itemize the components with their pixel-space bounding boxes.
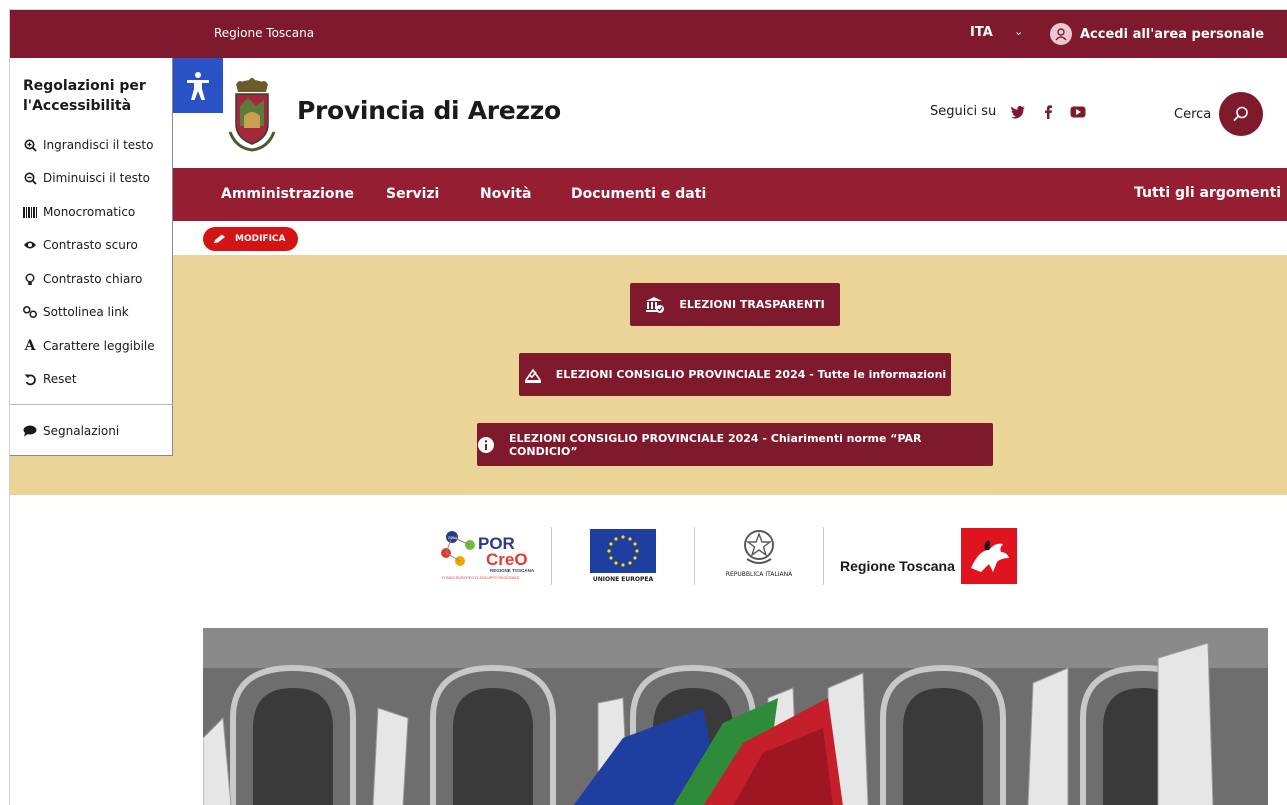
lightbulb-icon xyxy=(23,273,37,286)
link-icon xyxy=(23,306,37,318)
language-selector[interactable]: ITA xyxy=(970,25,993,40)
reset-icon xyxy=(23,373,37,386)
nav-item-amministrazione[interactable]: Amministrazione xyxy=(221,186,354,202)
accessibility-item-label: Monocromatico xyxy=(43,205,136,219)
cta-label: ELEZIONI CONSIGLIO PROVINCIALE 2024 - Ch… xyxy=(508,431,922,458)
search-button[interactable] xyxy=(1219,92,1264,136)
accessibility-light-contrast-button[interactable]: Contrasto chiaro xyxy=(23,272,142,286)
elezioni-consiglio-par-condicio-button[interactable]: ELEZIONI CONSIGLIO PROVINCIALE 2024 - Ch… xyxy=(477,423,993,466)
logo-separator xyxy=(694,527,695,585)
por-sub-text: REGIONE TOSCANA xyxy=(490,568,535,573)
user-icon xyxy=(1050,23,1072,45)
por-sub2-text: FONDO EUROPEO DI SVILUPPO REGIONALE xyxy=(442,576,520,580)
regione-toscana-logo[interactable]: Regione Toscana xyxy=(840,528,1032,584)
page: Regione Toscana ITA ⌄ Accedi all'area pe… xyxy=(9,9,1287,805)
twitter-icon[interactable] xyxy=(1010,105,1026,119)
italian-republic-logo[interactable]: REPUBBLICA ITALIANA xyxy=(716,525,802,578)
nav-all-topics-link[interactable]: Tutti gli argomenti xyxy=(1134,185,1281,201)
accessibility-item-label: Carattere leggibile xyxy=(43,339,155,353)
edit-strip: MODIFICA xyxy=(10,221,1287,255)
accessibility-underline-links-button[interactable]: Sottolinea link xyxy=(23,305,129,319)
accessibility-zoom-out-button[interactable]: Diminuisci il testo xyxy=(23,171,150,185)
institution-icon xyxy=(646,296,665,313)
por-year-text: 2014 2020 xyxy=(448,535,468,540)
nav-item-servizi[interactable]: Servizi xyxy=(386,186,439,202)
eu-label: UNIONE EUROPEA xyxy=(592,576,654,583)
accessibility-item-label: Ingrandisci il testo xyxy=(43,138,154,152)
nav-item-novita[interactable]: Novità xyxy=(480,186,531,202)
eye-icon xyxy=(23,240,37,250)
accessibility-item-label: Contrasto chiaro xyxy=(43,272,143,286)
accessibility-reset-button[interactable]: Reset xyxy=(23,372,77,386)
accessibility-item-label: Contrasto scuro xyxy=(43,238,138,252)
accessibility-report-button[interactable]: Segnalazioni xyxy=(23,424,119,438)
accessibility-item-label: Diminuisci il testo xyxy=(43,171,151,185)
social-label: Seguici su xyxy=(930,104,997,119)
top-bar: Regione Toscana ITA ⌄ Accedi all'area pe… xyxy=(10,10,1287,58)
province-coat-of-arms-logo[interactable] xyxy=(226,76,278,154)
tuscany-label: Regione Toscana xyxy=(840,558,955,574)
creo-text: CreO xyxy=(486,550,528,569)
barcode-icon xyxy=(23,206,37,218)
logo-separator xyxy=(823,527,824,585)
login-button[interactable]: Accedi all'area personale xyxy=(1050,23,1264,45)
elezioni-consiglio-info-button[interactable]: ELEZIONI CONSIGLIO PROVINCIALE 2024 - Tu… xyxy=(519,353,951,396)
logo-separator xyxy=(551,527,552,585)
info-icon xyxy=(477,436,494,453)
elezioni-trasparenti-button[interactable]: ELEZIONI TRASPARENTI xyxy=(630,283,840,326)
hero-image xyxy=(203,628,1268,805)
italy-label: REPUBBLICA ITALIANA xyxy=(725,571,793,578)
accessibility-person-icon xyxy=(187,71,209,100)
accessibility-panel: Regolazioni per l'Accessibilità Ingrandi… xyxy=(10,58,173,456)
search-icon xyxy=(1233,106,1249,121)
speech-bubble-icon xyxy=(23,425,37,437)
nav-item-documenti-e-dati[interactable]: Documenti e dati xyxy=(571,186,706,202)
accessibility-item-label: Reset xyxy=(43,372,77,386)
region-link[interactable]: Regione Toscana xyxy=(214,26,314,40)
search-label: Cerca xyxy=(1174,106,1212,122)
main-navigation: Amministrazione Servizi Novità Documenti… xyxy=(10,168,1287,221)
font-icon: A xyxy=(24,338,36,354)
partner-logos: POR CreO 2014 2020 REGIONE TOSCANA FONDO… xyxy=(10,515,1287,605)
eu-logo[interactable]: UNIONE EUROPEA xyxy=(590,529,656,583)
accessibility-title: Regolazioni per l'Accessibilità xyxy=(23,78,146,114)
accessibility-toggle-button[interactable] xyxy=(173,58,223,113)
chevron-down-icon[interactable]: ⌄ xyxy=(1014,25,1023,38)
cta-label: ELEZIONI TRASPARENTI xyxy=(679,298,825,311)
accessibility-readable-font-button[interactable]: A Carattere leggibile xyxy=(23,338,155,354)
accessibility-item-label: Sottolinea link xyxy=(43,305,129,319)
announcement-band: ELEZIONI TRASPARENTI ELEZIONI CONSIGLIO … xyxy=(10,255,1287,495)
pencil-icon xyxy=(214,234,225,243)
por-creo-logo[interactable]: POR CreO 2014 2020 REGIONE TOSCANA FONDO… xyxy=(438,525,542,585)
zoom-in-icon xyxy=(23,139,37,152)
edit-button[interactable]: MODIFICA xyxy=(203,227,298,251)
zoom-out-icon xyxy=(23,172,37,185)
facebook-icon[interactable] xyxy=(1040,104,1056,119)
ballot-icon xyxy=(524,368,541,383)
accessibility-item-label: Segnalazioni xyxy=(43,424,120,438)
youtube-icon[interactable] xyxy=(1070,106,1086,118)
accessibility-monochrome-button[interactable]: Monocromatico xyxy=(23,205,135,219)
cta-label: ELEZIONI CONSIGLIO PROVINCIALE 2024 - Tu… xyxy=(555,368,947,381)
login-label: Accedi all'area personale xyxy=(1080,26,1265,42)
accessibility-dark-contrast-button[interactable]: Contrasto scuro xyxy=(23,238,138,252)
social-links: Seguici su xyxy=(930,104,1086,119)
accessibility-divider xyxy=(10,404,173,405)
site-title[interactable]: Provincia di Arezzo xyxy=(297,96,561,125)
accessibility-zoom-in-button[interactable]: Ingrandisci il testo xyxy=(23,138,153,152)
edit-label: MODIFICA xyxy=(235,234,286,244)
search-control[interactable]: Cerca xyxy=(1174,92,1264,136)
